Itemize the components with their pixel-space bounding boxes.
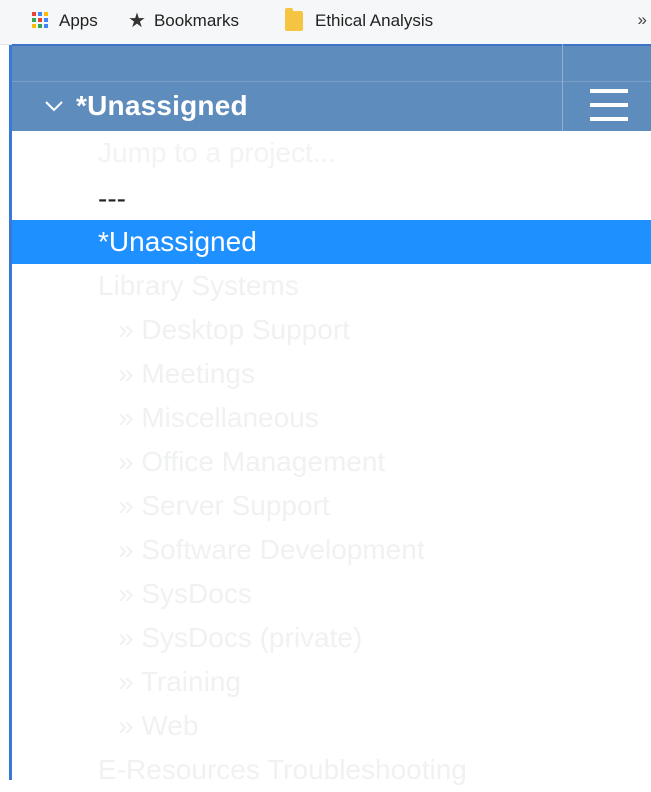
star-icon: ★ xyxy=(128,10,146,32)
dropdown-option-desktop-support[interactable]: » Desktop Support xyxy=(12,308,651,352)
hamburger-menu-icon[interactable] xyxy=(590,89,628,121)
dropdown-option-e-resources-troubleshooting[interactable]: E-Resources Troubleshooting xyxy=(12,748,651,792)
chevron-down-icon xyxy=(45,101,63,112)
bookmark-ethical-analysis-label: Ethical Analysis xyxy=(315,11,434,30)
project-dropdown-list[interactable]: Jump to a project... --- *Unassigned Lib… xyxy=(12,131,651,792)
bookmark-apps-label: Apps xyxy=(59,11,98,30)
dropdown-option-training[interactable]: » Training xyxy=(12,660,651,704)
dropdown-placeholder[interactable]: Jump to a project... xyxy=(12,131,651,175)
project-header: *Unassigned xyxy=(12,44,651,131)
dropdown-option-unassigned[interactable]: *Unassigned xyxy=(12,220,651,264)
dropdown-option-miscellaneous[interactable]: » Miscellaneous xyxy=(12,396,651,440)
header-top-border xyxy=(12,44,651,46)
dropdown-option-meetings[interactable]: » Meetings xyxy=(12,352,651,396)
bookmarks-bar: Apps ★ Bookmarks Ethical Analysis » xyxy=(0,0,651,45)
bookmark-apps[interactable]: Apps xyxy=(32,8,98,34)
dropdown-option-web[interactable]: » Web xyxy=(12,704,651,748)
dropdown-option-office-management[interactable]: » Office Management xyxy=(12,440,651,484)
dropdown-option-sysdocs[interactable]: » SysDocs xyxy=(12,572,651,616)
dropdown-separator: --- xyxy=(98,183,126,214)
project-selector[interactable]: *Unassigned xyxy=(44,88,248,124)
dropdown-option-library-systems[interactable]: Library Systems xyxy=(12,264,651,308)
selected-project-label: *Unassigned xyxy=(76,90,248,121)
header-vertical-divider xyxy=(562,44,563,131)
header-divider-line xyxy=(12,81,651,82)
page-left-edge xyxy=(0,0,12,780)
bookmark-ethical-analysis[interactable]: Ethical Analysis xyxy=(285,8,433,34)
bookmark-bookmarks[interactable]: ★ Bookmarks xyxy=(128,8,239,34)
dropdown-option-software-development[interactable]: » Software Development xyxy=(12,528,651,572)
dropdown-option-sysdocs-private[interactable]: » SysDocs (private) xyxy=(12,616,651,660)
bookmarks-overflow-button[interactable]: » xyxy=(638,10,647,30)
apps-grid-icon xyxy=(32,12,50,30)
dropdown-option-server-support[interactable]: » Server Support xyxy=(12,484,651,528)
folder-icon xyxy=(285,8,303,31)
bookmark-bookmarks-label: Bookmarks xyxy=(153,11,239,30)
